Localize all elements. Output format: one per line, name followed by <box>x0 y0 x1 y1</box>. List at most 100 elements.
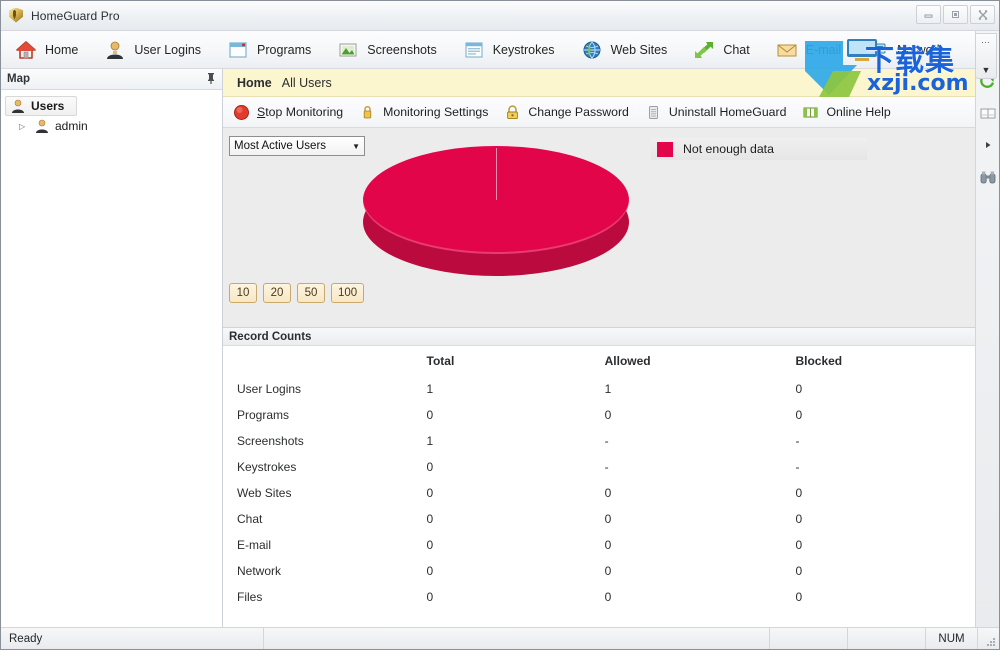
users-icon <box>10 98 26 114</box>
stop-icon <box>233 104 250 121</box>
status-cell-1 <box>769 628 847 650</box>
column-header-name <box>223 346 427 376</box>
action-bar: Stop Monitoring Monitoring Settings <box>223 97 999 128</box>
cell-allowed: - <box>605 428 796 454</box>
chevron-down-icon[interactable]: ▼ <box>352 142 360 151</box>
binoculars-side-button[interactable] <box>978 167 998 187</box>
pie-chart-top <box>363 146 629 254</box>
grip-dots-icon: ⋯ <box>981 37 991 48</box>
toolbar-item-user-logins[interactable]: User Logins <box>100 32 223 68</box>
toolbar-item-chat[interactable]: Chat <box>689 32 771 68</box>
cell-allowed: - <box>605 454 796 480</box>
user-icon <box>104 39 126 61</box>
cell-name: User Logins <box>223 376 427 402</box>
panel-tab-handle[interactable]: ⋯ ▼ <box>975 33 997 79</box>
tree-node-admin-label: admin <box>55 119 88 133</box>
toolbar-item-email[interactable]: E-mail <box>772 32 863 68</box>
record-counts-table: Total Allowed Blocked User Logins110Prog… <box>223 346 999 610</box>
cell-name: Chat <box>223 506 427 532</box>
status-bar: Ready NUM <box>1 627 999 649</box>
table-row[interactable]: Keystrokes0-- <box>223 454 999 480</box>
breadcrumb-current: All Users <box>282 76 332 90</box>
toolbar-item-web-sites[interactable]: Web Sites <box>577 32 690 68</box>
stop-monitoring-button[interactable]: Stop Monitoring <box>233 104 343 121</box>
book-side-button[interactable] <box>978 103 998 123</box>
cell-blocked: 0 <box>795 532 999 558</box>
maximize-button[interactable] <box>943 5 968 24</box>
limit-button-100[interactable]: 100 <box>331 283 364 303</box>
title-bar: HomeGuard Pro <box>1 1 999 31</box>
table-row[interactable]: E-mail000 <box>223 532 999 558</box>
toolbar-label-user-logins: User Logins <box>134 43 201 57</box>
uninstall-icon <box>645 104 662 121</box>
users-tree: Users ▷ admin <box>1 90 222 629</box>
gold-lock-icon <box>359 104 376 121</box>
legend-label: Not enough data <box>683 142 774 156</box>
stop-monitoring-label: Stop Monitoring <box>257 105 343 119</box>
column-header-blocked: Blocked <box>795 346 999 376</box>
map-panel-header: Map <box>1 69 222 90</box>
resize-grip-icon[interactable] <box>977 628 999 650</box>
toolbar-item-screenshots[interactable]: Screenshots <box>333 32 458 68</box>
limit-button-20[interactable]: 20 <box>263 283 291 303</box>
tree-node-users[interactable]: Users <box>5 96 77 116</box>
cell-total: 0 <box>427 402 605 428</box>
table-row[interactable]: Chat000 <box>223 506 999 532</box>
table-row[interactable]: Web Sites000 <box>223 480 999 506</box>
limit-button-50[interactable]: 50 <box>297 283 325 303</box>
breadcrumb-home[interactable]: Home <box>237 76 272 90</box>
chevron-right-icon[interactable]: ▷ <box>19 122 29 131</box>
toolbar-item-network[interactable]: Network <box>863 32 965 68</box>
cell-allowed: 0 <box>605 480 796 506</box>
uninstall-homeguard-button[interactable]: Uninstall HomeGuard <box>645 104 787 121</box>
cell-name: Network <box>223 558 427 584</box>
change-password-button[interactable]: Change Password <box>504 104 628 121</box>
uninstall-homeguard-label: Uninstall HomeGuard <box>669 105 787 119</box>
pin-icon[interactable] <box>206 72 216 87</box>
cell-blocked: 0 <box>795 376 999 402</box>
online-help-button[interactable]: Online Help <box>802 104 890 121</box>
right-side-toolbar <box>975 31 999 627</box>
minimize-button[interactable] <box>916 5 941 24</box>
limit-button-10[interactable]: 10 <box>229 283 257 303</box>
chart-panel: Most Active Users ▼ Not enough data 10 2… <box>223 128 999 328</box>
toolbar-item-home[interactable]: Home <box>11 32 100 68</box>
record-counts-header: Record Counts <box>223 328 999 346</box>
cell-total: 0 <box>427 454 605 480</box>
table-row[interactable]: Files000 <box>223 584 999 610</box>
cell-allowed: 0 <box>605 532 796 558</box>
chart-mode-dropdown[interactable]: Most Active Users ▼ <box>229 136 365 156</box>
record-limit-buttons: 10 20 50 100 <box>229 283 364 303</box>
shield-icon <box>9 8 25 24</box>
tree-node-admin[interactable]: ▷ admin <box>15 116 218 136</box>
chart-mode-value: Most Active Users <box>234 140 326 152</box>
chart-legend: Not enough data <box>651 138 867 160</box>
table-row[interactable]: Programs000 <box>223 402 999 428</box>
table-row[interactable]: Screenshots1-- <box>223 428 999 454</box>
tree-node-users-label: Users <box>31 99 64 113</box>
table-row[interactable]: User Logins110 <box>223 376 999 402</box>
pie-chart <box>363 146 633 286</box>
close-button[interactable] <box>970 5 995 24</box>
monitoring-settings-button[interactable]: Monitoring Settings <box>359 104 488 121</box>
main-body: Map Users ▷ <box>1 69 999 650</box>
cell-name: Programs <box>223 402 427 428</box>
cell-total: 0 <box>427 506 605 532</box>
table-row[interactable]: Network000 <box>223 558 999 584</box>
toolbar-item-keystrokes[interactable]: Keystrokes <box>459 32 577 68</box>
expand-side-button[interactable] <box>978 135 998 155</box>
window-title: HomeGuard Pro <box>31 9 120 23</box>
cell-blocked: 0 <box>795 584 999 610</box>
keyboard-icon <box>463 39 485 61</box>
toolbar-label-keystrokes: Keystrokes <box>493 43 555 57</box>
main-toolbar: Home User Logins Programs <box>1 31 999 69</box>
chevron-down-icon[interactable]: ▼ <box>982 65 991 75</box>
record-counts-table-wrap: Total Allowed Blocked User Logins110Prog… <box>223 346 999 629</box>
cell-total: 0 <box>427 584 605 610</box>
cell-name: Screenshots <box>223 428 427 454</box>
toolbar-item-programs[interactable]: Programs <box>223 32 333 68</box>
window-controls <box>916 5 995 24</box>
cell-total: 0 <box>427 532 605 558</box>
cell-blocked: - <box>795 454 999 480</box>
toolbar-label-home: Home <box>45 43 78 57</box>
